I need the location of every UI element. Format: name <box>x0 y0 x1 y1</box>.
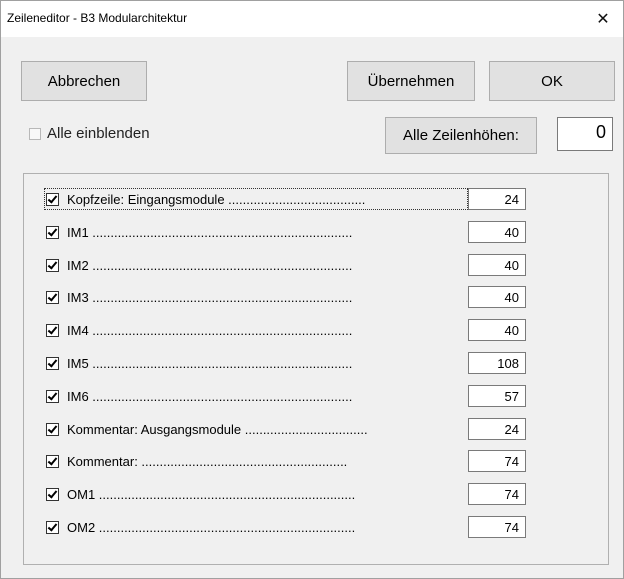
row-item[interactable]: IM6 ....................................… <box>46 387 466 405</box>
close-icon: ✕ <box>596 11 610 28</box>
all-row-heights-button[interactable]: Alle Zeilenhöhen: <box>385 117 537 154</box>
row-height-input[interactable]: 74 <box>468 516 526 538</box>
row-label: Kommentar: .............................… <box>67 453 348 469</box>
row-label: IM3 ....................................… <box>67 289 353 305</box>
row-item[interactable]: Kommentar: Ausgangsmodule ..............… <box>46 420 466 438</box>
row-height-input[interactable]: 40 <box>468 286 526 308</box>
row-height-input[interactable]: 74 <box>468 483 526 505</box>
row-visible-checkbox[interactable] <box>46 487 59 501</box>
row-visible-checkbox[interactable] <box>46 192 59 206</box>
row-label: Kopfzeile: Eingangsmodule ..............… <box>67 191 366 207</box>
row-height-input[interactable]: 40 <box>468 254 526 276</box>
row-visible-checkbox[interactable] <box>46 290 59 304</box>
row-height-input[interactable]: 57 <box>468 385 526 407</box>
row-label: IM1 ....................................… <box>67 224 353 240</box>
row-item[interactable]: Kopfzeile: Eingangsmodule ..............… <box>44 188 468 210</box>
window-title: Zeileneditor - B3 Modularchitektur <box>7 11 188 25</box>
row-visible-checkbox[interactable] <box>46 323 59 337</box>
row-visible-checkbox[interactable] <box>46 258 59 272</box>
show-all-label: Alle einblenden <box>47 125 150 142</box>
row-label: IM4 ....................................… <box>67 322 353 338</box>
cancel-button[interactable]: Abbrechen <box>21 61 147 101</box>
row-list-panel: Kopfzeile: Eingangsmodule ..............… <box>23 173 609 565</box>
row-visible-checkbox[interactable] <box>46 454 59 468</box>
row-visible-checkbox[interactable] <box>46 389 59 403</box>
row-item[interactable]: OM2 ....................................… <box>46 518 466 536</box>
all-row-heights-input[interactable]: 0 <box>557 117 613 151</box>
apply-button[interactable]: Übernehmen <box>347 61 475 101</box>
row-height-input[interactable]: 74 <box>468 450 526 472</box>
show-all-checkbox[interactable]: Alle einblenden <box>29 125 150 142</box>
row-visible-checkbox[interactable] <box>46 225 59 239</box>
row-height-input[interactable]: 108 <box>468 352 526 374</box>
row-height-input[interactable]: 24 <box>468 188 526 210</box>
row-item[interactable]: IM5 ....................................… <box>46 354 466 372</box>
title-bar: Zeileneditor - B3 Modularchitektur ✕ <box>1 1 623 37</box>
row-item[interactable]: IM4 ....................................… <box>46 321 466 339</box>
row-label: IM6 ....................................… <box>67 388 353 404</box>
row-visible-checkbox[interactable] <box>46 356 59 370</box>
row-label: IM5 ....................................… <box>67 355 353 371</box>
row-visible-checkbox[interactable] <box>46 422 59 436</box>
row-label: Kommentar: Ausgangsmodule ..............… <box>67 421 368 437</box>
close-button[interactable]: ✕ <box>583 1 623 37</box>
row-item[interactable]: IM2 ....................................… <box>46 256 466 274</box>
row-visible-checkbox[interactable] <box>46 520 59 534</box>
row-editor-dialog: Zeileneditor - B3 Modularchitektur ✕ Abb… <box>0 0 624 579</box>
show-all-checkbox-box[interactable] <box>29 127 41 140</box>
row-label: OM1 ....................................… <box>67 486 356 502</box>
row-height-input[interactable]: 40 <box>468 319 526 341</box>
row-item[interactable]: IM3 ....................................… <box>46 288 466 306</box>
row-item[interactable]: OM1 ....................................… <box>46 485 466 503</box>
row-label: IM2 ....................................… <box>67 257 353 273</box>
row-height-input[interactable]: 24 <box>468 418 526 440</box>
row-item[interactable]: Kommentar: .............................… <box>46 452 466 470</box>
row-height-input[interactable]: 40 <box>468 221 526 243</box>
ok-button[interactable]: OK <box>489 61 615 101</box>
row-label: OM2 ....................................… <box>67 519 356 535</box>
row-item[interactable]: IM1 ....................................… <box>46 223 466 241</box>
